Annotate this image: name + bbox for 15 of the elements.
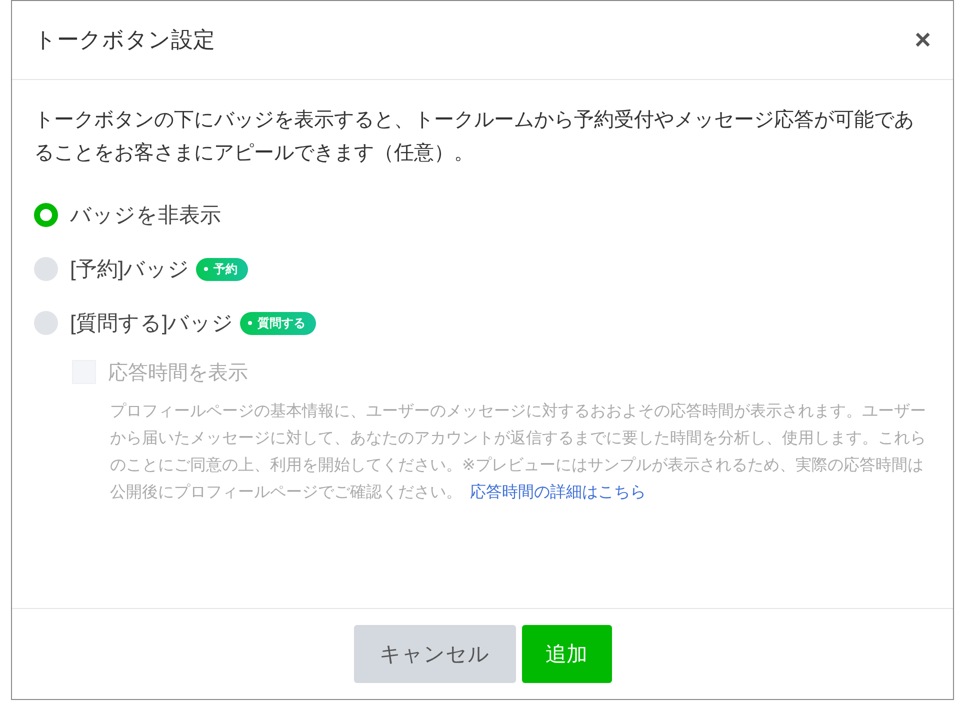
cancel-button[interactable]: キャンセル [354,625,516,683]
radio-button[interactable] [34,203,58,227]
dialog-title: トークボタン設定 [34,26,215,54]
close-button[interactable]: × [910,24,935,56]
option-label: バッジを非表示 [70,203,221,229]
radio-button[interactable] [34,257,58,281]
badge: 予約 [196,258,248,280]
badge: 質問する [240,312,316,334]
radio-button[interactable] [34,311,58,335]
note-text: プロフィールページの基本情報に、ユーザーのメッセージに対するおおよその応答時間が表示されます。ユーザーから届いたメッセージに対して、あなたのアカウントが返信するまでに要した時間を分析し、使用します。これらのことにご同意の上、利用を開始してください。※プレビューにはサンプルが表示されるため、実際の応答時間は公開後にプロフィールページでご確認ください。 応答時間の詳細はこちら [110,402,927,503]
description-text: トークボタンの下にバッジを表示すると、トークルームから予約受付やメッセージ応答が可能であることをお客さまにアピールできます（任意）。 [34,108,915,166]
option-label: [質問する]バッジ [70,311,234,337]
option-label: [予約]バッジ [70,257,190,283]
checkbox-label: 応答時間を表示 [108,360,248,386]
add-button[interactable]: 追加 [522,625,612,683]
